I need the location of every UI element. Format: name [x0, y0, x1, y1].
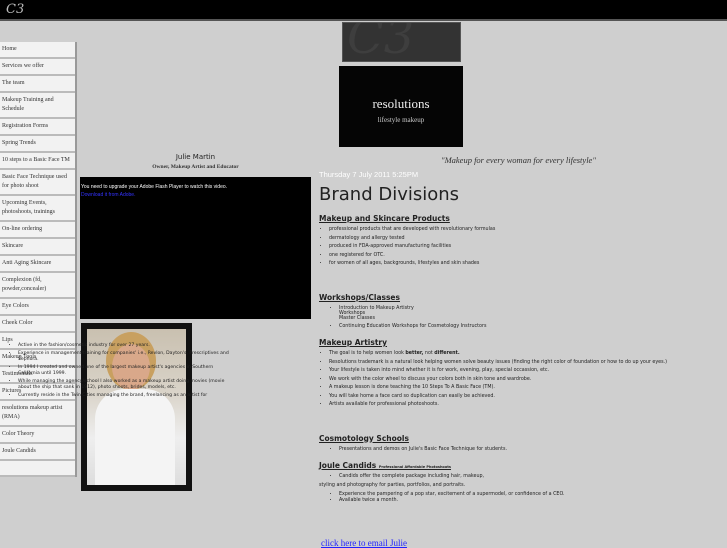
- bio-item: Currently reside in the Twin Cities mana…: [18, 393, 233, 399]
- section-heading: Cosmotology Schools: [319, 433, 409, 443]
- profile-role: Owner, Makeup Artist and Educator: [152, 164, 239, 170]
- bio-item: While managing the agency/school I also …: [18, 379, 233, 391]
- sidebar-item[interactable]: 10 steps to a Basic Face TM: [0, 153, 75, 170]
- page-title: Brand Divisions: [319, 184, 460, 205]
- section-heading: Workshops/Classes: [319, 292, 400, 302]
- sidebar-item[interactable]: On-line ordering: [0, 222, 75, 239]
- list-item: Presentations and demos on Julie's Basic…: [339, 447, 719, 452]
- schools-list: Presentations and demos on Julie's Basic…: [319, 447, 719, 452]
- bio-list: Active in the fashion/cosmetic industry …: [8, 343, 233, 401]
- sidebar-item[interactable]: Cheek Color: [0, 316, 75, 333]
- flash-message: You need to upgrade your Adobe Flash Pla…: [81, 184, 228, 190]
- list-item: for women of all ages, backgrounds, life…: [329, 261, 719, 266]
- workshops-list: Introduction to Makeup ArtistryWorkshops…: [319, 306, 719, 330]
- date-time: Thursday 7 July 2011 5:25PM: [319, 170, 419, 179]
- section-heading: Joule Candids Professional Affordable Ph…: [319, 460, 451, 470]
- sidebar-item[interactable]: Makeup Training and Schedule: [0, 93, 75, 119]
- sidebar-item[interactable]: Complexion (fd, powder,concealer): [0, 273, 75, 299]
- list-item: The goal is to help women look better, n…: [329, 351, 719, 356]
- tagline: "Makeup for every woman for every lifest…: [441, 155, 596, 165]
- sidebar-item[interactable]: The team: [0, 76, 75, 93]
- profile-name: Julie Martin: [175, 153, 216, 161]
- bio-item: Experience in management/training for co…: [18, 351, 233, 363]
- list-item: Your lifestyle is taken into mind whethe…: [329, 368, 719, 373]
- list-item: one registered for OTC.: [329, 253, 719, 258]
- candids-list: Candids offer the complete package inclu…: [319, 474, 719, 479]
- top-bar: C3: [0, 0, 727, 21]
- sidebar-item[interactable]: Anti Aging Skincare: [0, 256, 75, 273]
- flash-video-placeholder: You need to upgrade your Adobe Flash Pla…: [80, 177, 311, 319]
- list-item: Artists available for professional photo…: [329, 402, 719, 407]
- sidebar-item[interactable]: Services we offer: [0, 59, 75, 76]
- products-list: professional products that are developed…: [319, 227, 719, 266]
- sidebar-item[interactable]: Upcoming Events, photoshoots, trainings: [0, 196, 75, 222]
- list-item: Resolutions trademark is a natural look …: [329, 360, 719, 365]
- candids-list-2: Experience the pampering of a pop star, …: [319, 492, 719, 503]
- list-item: professional products that are developed…: [329, 227, 719, 232]
- sidebar-item[interactable]: resolutions makeup artist (RMA): [0, 401, 75, 427]
- artistry-list: The goal is to help women look better, n…: [319, 351, 719, 407]
- list-item: Experience the pampering of a pop star, …: [339, 492, 719, 497]
- sidebar-item[interactable]: Skincare: [0, 239, 75, 256]
- bio-item: In 1994 I created and owned one of the l…: [18, 365, 233, 377]
- main-content: Thursday 7 July 2011 5:25PM Brand Divisi…: [319, 170, 719, 506]
- list-item: A makeup lesson is done teaching the 10 …: [329, 385, 719, 390]
- email-julie-link[interactable]: click here to email Julie: [321, 538, 407, 548]
- candids-text: styling and photography for parties, por…: [319, 482, 466, 488]
- site-logo[interactable]: C3: [6, 2, 24, 17]
- list-item: Available twice a month.: [339, 498, 719, 503]
- section-heading: Makeup and Skincare Products: [319, 214, 450, 223]
- sidebar-item[interactable]: Registration Forms: [0, 119, 75, 136]
- list-item: Introduction to Makeup ArtistryWorkshops…: [339, 306, 719, 321]
- list-item: dermatology and allergy tested: [329, 236, 719, 241]
- sidebar-item[interactable]: Basic Face Technique used for photo shoo…: [0, 170, 75, 196]
- sidebar-item[interactable]: Eye Colors: [0, 299, 75, 316]
- list-item: You will take home a face card so duplic…: [329, 394, 719, 399]
- sidebar-item[interactable]: Home: [0, 42, 75, 59]
- sidebar-item[interactable]: Color Theory: [0, 427, 75, 444]
- list-item: produced in FDA-approved manufacturing f…: [329, 244, 719, 249]
- flash-download-link[interactable]: Download it from Adobe.: [81, 192, 310, 198]
- list-item: Continuing Education Workshops for Cosme…: [339, 324, 719, 329]
- brand-logo: resolutions lifestyle makeup: [339, 66, 463, 147]
- bio-item: Active in the fashion/cosmetic industry …: [18, 343, 233, 349]
- list-item: Candids offer the complete package inclu…: [339, 474, 719, 479]
- sidebar-item[interactable]: Spring Trends: [0, 136, 75, 153]
- section-heading: Makeup Artistry: [319, 338, 388, 347]
- header-banner: C3: [342, 22, 461, 62]
- profile-column: Julie Martin Owner, Makeup Artist and Ed…: [80, 152, 311, 491]
- sidebar-item[interactable]: Joule Candids: [0, 444, 75, 461]
- sidebar-empty: [0, 461, 75, 477]
- list-item: We work with the color wheel to discuss …: [329, 377, 719, 382]
- sidebar: Home Services we offer The team Makeup Trai…: [0, 42, 77, 477]
